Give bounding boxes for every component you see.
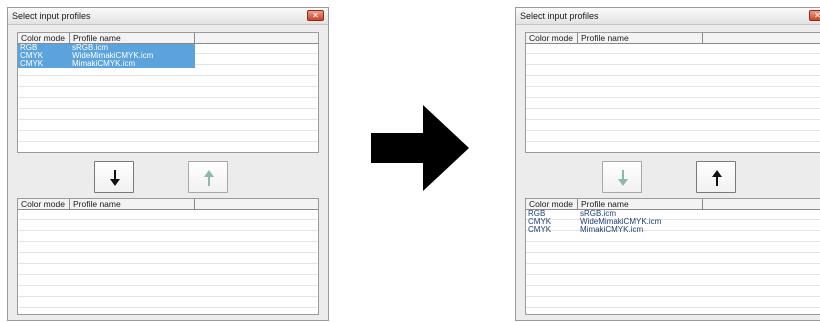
select-input-profiles-dialog-after: Select input profiles ✕ Color mode Profi… [515, 7, 820, 321]
available-profiles-table[interactable]: Color mode Profile name RGB sRGB.icm CMY… [17, 32, 319, 153]
cell-profile-name: MimakiCMYK.icm [580, 226, 644, 234]
table-row[interactable]: RGB sRGB.icm [526, 210, 820, 218]
table-row[interactable]: CMYK MimakiCMYK.icm [526, 226, 820, 234]
table-row[interactable]: CMYK WideMimakiCMYK.icm [18, 52, 195, 60]
table-row[interactable]: CMYK WideMimakiCMYK.icm [526, 218, 820, 226]
select-input-profiles-dialog-before: Select input profiles ✕ Color mode Profi… [7, 7, 329, 321]
cell-profile-name: sRGB.icm [580, 210, 616, 218]
arrow-right-icon [371, 105, 469, 191]
column-header-profile-name[interactable]: Profile name [70, 199, 195, 209]
table-row[interactable]: CMYK MimakiCMYK.icm [18, 60, 195, 68]
title-bar: Select input profiles ✕ [516, 8, 820, 25]
close-icon: ✕ [312, 11, 319, 20]
column-header-color-mode[interactable]: Color mode [526, 33, 578, 43]
cell-color-mode: RGB [20, 44, 38, 52]
cell-color-mode: RGB [528, 210, 546, 218]
table-header: Color mode Profile name [18, 33, 318, 44]
title-bar: Select input profiles ✕ [8, 8, 328, 25]
column-header-profile-name[interactable]: Profile name [578, 33, 703, 43]
move-down-button[interactable] [94, 161, 134, 193]
column-header-profile-name[interactable]: Profile name [578, 199, 703, 209]
column-header-color-mode[interactable]: Color mode [18, 33, 70, 43]
close-button[interactable]: ✕ [809, 10, 820, 21]
column-header-color-mode[interactable]: Color mode [18, 199, 70, 209]
cell-color-mode: CMYK [20, 52, 44, 60]
table-row[interactable]: RGB sRGB.icm [18, 44, 195, 52]
move-up-button[interactable] [188, 161, 228, 193]
dialog-title: Select input profiles [520, 11, 599, 21]
close-button[interactable]: ✕ [307, 10, 324, 21]
cell-color-mode: CMYK [528, 218, 552, 226]
move-down-button[interactable] [602, 161, 642, 193]
cell-profile-name: MimakiCMYK.icm [72, 60, 136, 68]
move-up-button[interactable] [696, 161, 736, 193]
available-profiles-table[interactable]: Color mode Profile name [525, 32, 820, 153]
column-header-profile-name[interactable]: Profile name [70, 33, 195, 43]
table-header: Color mode Profile name [526, 199, 820, 210]
column-header-color-mode[interactable]: Color mode [526, 199, 578, 209]
cell-profile-name: WideMimakiCMYK.icm [72, 52, 154, 60]
arrow-up-icon [712, 170, 722, 186]
table-header: Color mode Profile name [18, 199, 318, 210]
cell-color-mode: CMYK [528, 226, 552, 234]
close-icon: ✕ [814, 11, 820, 20]
arrow-down-icon [618, 170, 628, 186]
dialog-title: Select input profiles [12, 11, 91, 21]
table-header: Color mode Profile name [526, 33, 820, 44]
cell-color-mode: CMYK [20, 60, 44, 68]
cell-profile-name: WideMimakiCMYK.icm [580, 218, 662, 226]
selected-profiles-table[interactable]: Color mode Profile name RGB sRGB.icm CMY… [525, 198, 820, 315]
arrow-down-icon [110, 170, 120, 186]
cell-profile-name: sRGB.icm [72, 44, 108, 52]
selected-profiles-table[interactable]: Color mode Profile name [17, 198, 319, 315]
arrow-up-icon [204, 170, 214, 186]
